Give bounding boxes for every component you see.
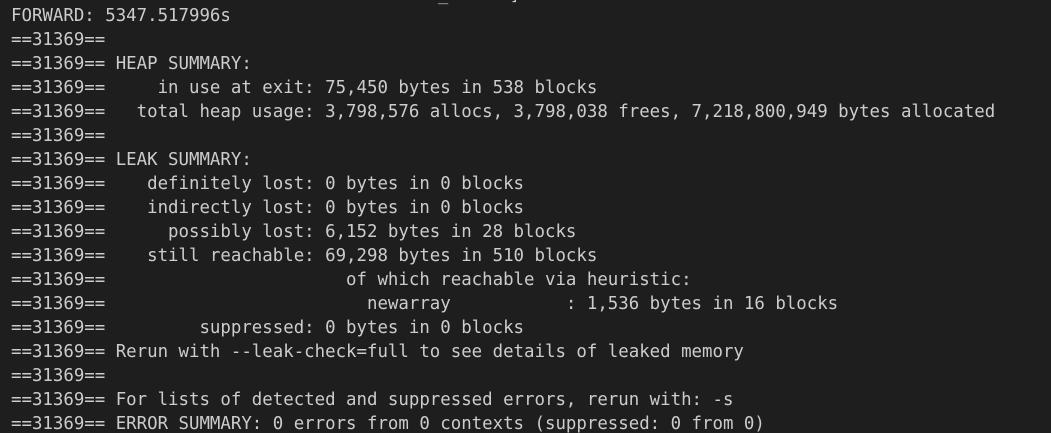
terminal-line-possibly-lost: ==31369== possibly lost: 6,152 bytes in …	[11, 222, 577, 242]
terminal-line-definitely-lost: ==31369== definitely lost: 0 bytes in 0 …	[11, 174, 525, 194]
terminal-line-lists-hint: ==31369== For lists of detected and supp…	[11, 390, 734, 410]
terminal-line-still-reachable: ==31369== still reachable: 69,298 bytes …	[11, 246, 598, 266]
terminal-lines: FORWARD: 5347.517996s ==31369== ==31369=…	[11, 4, 995, 433]
terminal-output-panel[interactable]: _ ] FORWARD: 5347.517996s ==31369== ==31…	[0, 0, 1051, 433]
terminal-line-reachable-heuristic: ==31369== of which reachable via heurist…	[11, 270, 692, 290]
terminal-line-forward-time: FORWARD: 5347.517996s	[11, 6, 231, 26]
clipped-previous-line: _ ]	[438, 0, 520, 4]
terminal-line-pid-marker: ==31369==	[11, 126, 106, 146]
terminal-line-pid-marker: ==31369==	[11, 366, 106, 386]
terminal-line-leak-summary-heading: ==31369== LEAK SUMMARY:	[11, 150, 252, 170]
terminal-line-newarray: ==31369== newarray : 1,536 bytes in 16 b…	[11, 294, 839, 314]
terminal-line-pid-marker: ==31369==	[11, 30, 106, 50]
terminal-line-rerun-hint: ==31369== Rerun with --leak-check=full t…	[11, 342, 744, 362]
terminal-line-heap-summary-heading: ==31369== HEAP SUMMARY:	[11, 54, 252, 74]
terminal-line-in-use-at-exit: ==31369== in use at exit: 75,450 bytes i…	[11, 78, 598, 98]
terminal-line-total-heap-usage: ==31369== total heap usage: 3,798,576 al…	[11, 102, 996, 122]
terminal-line-error-summary: ==31369== ERROR SUMMARY: 0 errors from 0…	[11, 414, 765, 433]
terminal-line-suppressed: ==31369== suppressed: 0 bytes in 0 block…	[11, 318, 525, 338]
terminal-line-indirectly-lost: ==31369== indirectly lost: 0 bytes in 0 …	[11, 198, 525, 218]
